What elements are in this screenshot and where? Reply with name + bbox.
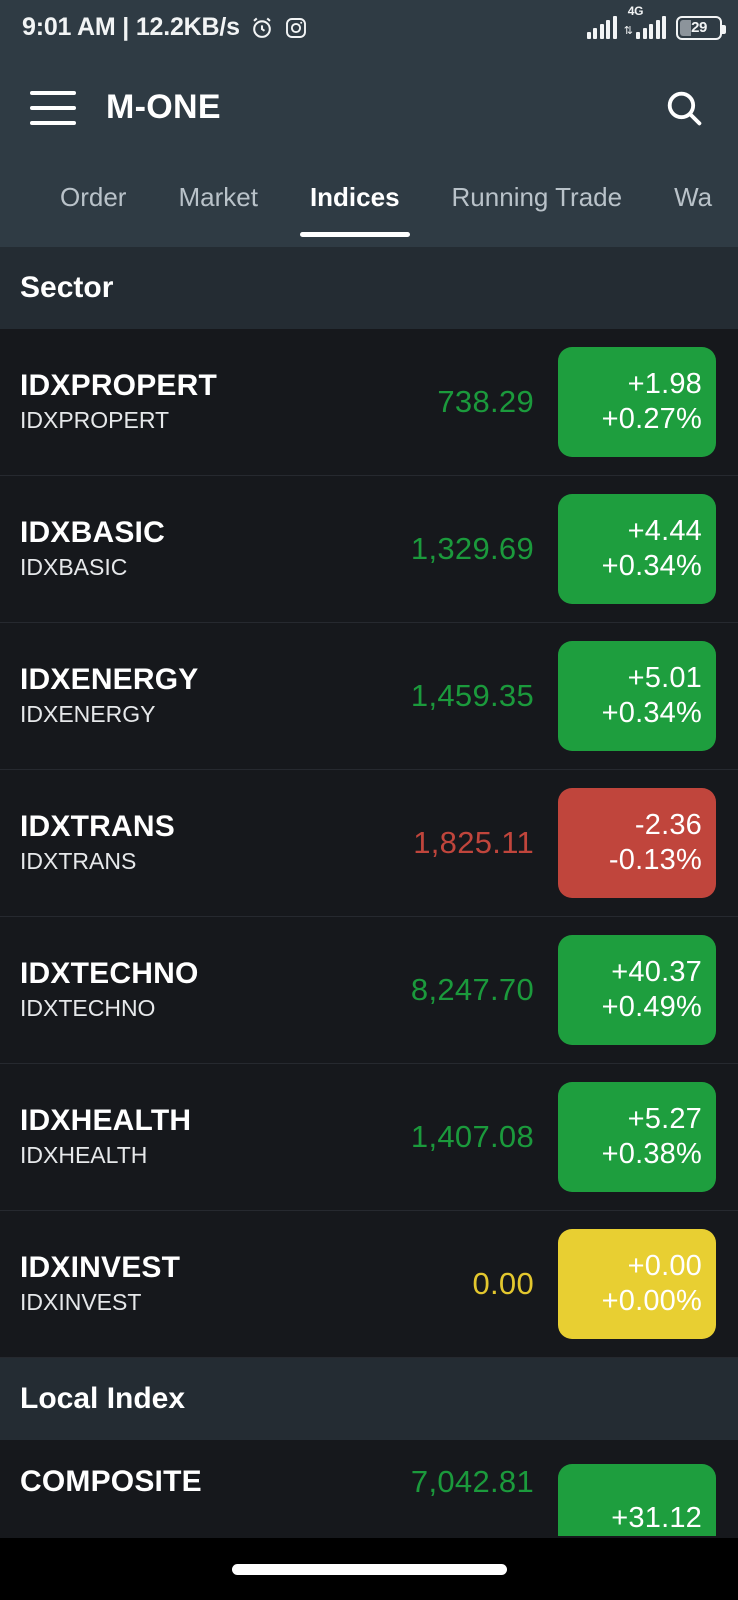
alarm-clock-icon (249, 15, 275, 41)
index-code: IDXENERGY (20, 662, 199, 696)
tab-running-trade[interactable]: Running Trade (426, 160, 649, 247)
change-absolute: +0.00 (627, 1249, 702, 1282)
index-name: IDXPROPERT (20, 407, 170, 434)
index-value: 1,329.69 (410, 531, 534, 566)
change-badge: +4.44 +0.34% (558, 494, 716, 604)
index-value: 738.29 (437, 384, 534, 419)
index-code: IDXTRANS (20, 809, 175, 843)
table-row[interactable]: IDXTECHNO IDXTECHNO 8,247.70 +40.37 +0.4… (0, 917, 738, 1064)
row-names: IDXENERGY IDXENERGY (20, 662, 411, 730)
row-names: IDXTECHNO IDXTECHNO (20, 956, 411, 1024)
index-name: IDXTECHNO (20, 995, 156, 1022)
row-names: COMPOSITE (20, 1464, 411, 1501)
change-absolute: +4.44 (627, 514, 702, 547)
index-value: 0.00 (472, 1266, 534, 1301)
change-badge: +5.01 +0.34% (558, 641, 716, 751)
section-header-local-index: Local Index (0, 1358, 738, 1440)
change-badge: -2.36 -0.13% (558, 788, 716, 898)
row-names: IDXTRANS IDXTRANS (20, 809, 413, 877)
table-row[interactable]: COMPOSITE 7,042.81 +31.12 (0, 1440, 738, 1536)
hamburger-menu-icon[interactable] (30, 90, 76, 125)
row-names: IDXBASIC IDXBASIC (20, 515, 411, 583)
change-percent: +0.38% (601, 1138, 702, 1170)
instagram-icon (284, 16, 308, 40)
change-absolute: +5.27 (627, 1102, 702, 1135)
signal-bars-icon-2 (636, 15, 666, 39)
tab-indices[interactable]: Indices (284, 160, 426, 247)
app-bar: M-ONE (0, 55, 738, 160)
change-absolute: +40.37 (611, 955, 702, 988)
home-indicator[interactable] (231, 1563, 507, 1575)
network-type-label: 4G (627, 3, 644, 18)
change-badge: +31.12 (558, 1464, 716, 1536)
system-navigation-bar (0, 1538, 738, 1600)
change-percent: +0.00% (601, 1285, 702, 1317)
index-name: IDXENERGY (20, 701, 156, 728)
change-percent: +0.34% (601, 550, 702, 582)
table-row[interactable]: IDXTRANS IDXTRANS 1,825.11 -2.36 -0.13% (0, 770, 738, 917)
status-time-and-speed: 9:01 AM | 12.2KB/s (22, 13, 240, 41)
section-header-sector: Sector (0, 247, 738, 329)
app-screen: 9:01 AM | 12.2KB/s 4G ⇅ 29 M-ONE Order M… (0, 0, 738, 1600)
row-names: IDXHEALTH IDXHEALTH (20, 1103, 411, 1171)
change-percent: -0.13% (608, 844, 702, 876)
change-badge: +40.37 +0.49% (558, 935, 716, 1045)
row-names: IDXINVEST IDXINVEST (20, 1250, 472, 1318)
change-percent: +0.27% (601, 403, 702, 435)
table-row[interactable]: IDXHEALTH IDXHEALTH 1,407.08 +5.27 +0.38… (0, 1064, 738, 1211)
index-value: 7,042.81 (410, 1464, 534, 1499)
change-absolute: -2.36 (634, 808, 702, 841)
indices-list: Sector IDXPROPERT IDXPROPERT 738.29 +1.9… (0, 247, 738, 1538)
index-code: IDXINVEST (20, 1250, 181, 1284)
table-row[interactable]: IDXINVEST IDXINVEST 0.00 +0.00 +0.00% (0, 1211, 738, 1358)
index-name: IDXBASIC (20, 554, 128, 581)
status-bar-left: 9:01 AM | 12.2KB/s (22, 13, 308, 42)
change-badge: +0.00 +0.00% (558, 1229, 716, 1339)
battery-fill (680, 19, 691, 36)
table-row[interactable]: IDXBASIC IDXBASIC 1,329.69 +4.44 +0.34% (0, 476, 738, 623)
index-code: IDXPROPERT (20, 368, 218, 402)
status-bar-right: 4G ⇅ 29 (586, 4, 726, 40)
index-name: IDXINVEST (20, 1289, 142, 1316)
signal-bars-secondary-icon: 4G ⇅ (623, 4, 666, 39)
status-bar: 9:01 AM | 12.2KB/s 4G ⇅ 29 (0, 0, 738, 55)
row-names: IDXPROPERT IDXPROPERT (20, 368, 437, 436)
change-percent: +0.49% (601, 991, 702, 1023)
tab-order[interactable]: Order (34, 160, 152, 247)
signal-bars-icon (586, 15, 617, 39)
index-value: 1,459.35 (410, 678, 534, 713)
index-code: IDXHEALTH (20, 1103, 192, 1137)
battery-percent-label: 29 (691, 19, 707, 36)
tab-bar[interactable]: Order Market Indices Running Trade Wa (0, 160, 738, 247)
battery-icon: 29 (676, 15, 726, 40)
index-value: 8,247.70 (410, 972, 534, 1007)
change-percent: +0.34% (601, 697, 702, 729)
change-absolute: +1.98 (627, 367, 702, 400)
index-value: 1,825.11 (413, 825, 534, 860)
index-value: 1,407.08 (410, 1119, 534, 1154)
change-badge: +5.27 +0.38% (558, 1082, 716, 1192)
index-name: IDXHEALTH (20, 1142, 148, 1169)
tab-market[interactable]: Market (152, 160, 283, 247)
search-icon[interactable] (658, 82, 710, 134)
index-code: IDXTECHNO (20, 956, 199, 990)
index-code: COMPOSITE (20, 1465, 202, 1498)
index-code: IDXBASIC (20, 515, 165, 549)
change-absolute: +5.01 (627, 661, 702, 694)
change-badge: +1.98 +0.27% (558, 347, 716, 457)
index-name: IDXTRANS (20, 848, 137, 875)
data-transfer-icon: ⇅ (623, 24, 633, 37)
tab-watchlist[interactable]: Wa (648, 160, 738, 247)
table-row[interactable]: IDXENERGY IDXENERGY 1,459.35 +5.01 +0.34… (0, 623, 738, 770)
table-row[interactable]: IDXPROPERT IDXPROPERT 738.29 +1.98 +0.27… (0, 329, 738, 476)
change-absolute: +31.12 (611, 1502, 702, 1535)
app-title: M-ONE (106, 88, 221, 126)
